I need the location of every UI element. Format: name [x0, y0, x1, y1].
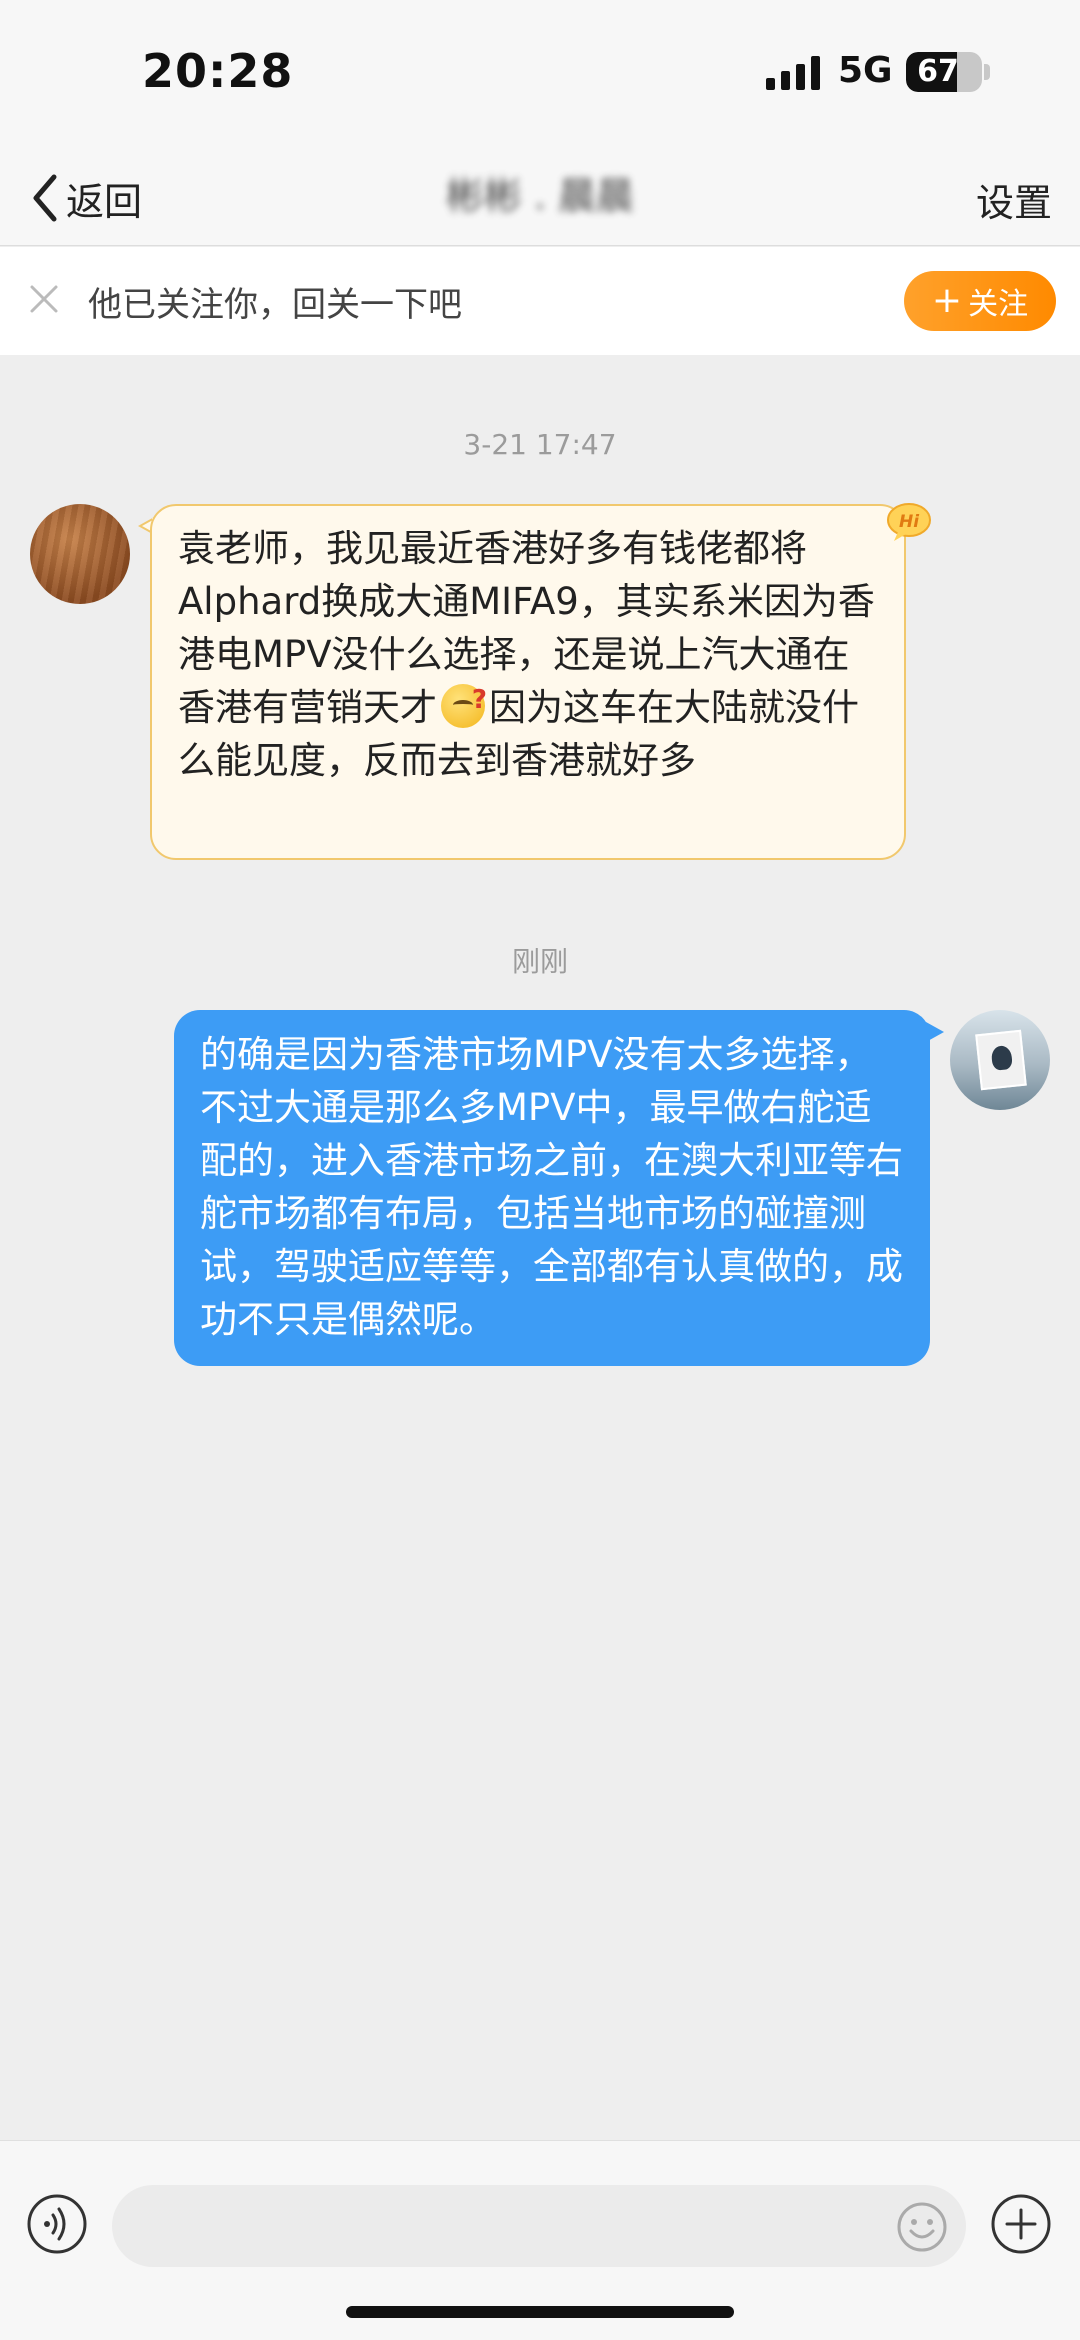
back-button[interactable]: 返回 [28, 162, 142, 234]
avatar-photo [975, 1029, 1027, 1091]
battery-percent: 67 [917, 54, 959, 89]
voice-input-icon[interactable] [26, 2193, 88, 2255]
battery-icon: 67 [906, 52, 982, 92]
network-type: 5G [838, 50, 893, 91]
message-text: 的确是因为香港市场MPV没有太多选择，不过大通是那么多MPV中，最早做右舵适配的… [200, 1033, 903, 1341]
hi-badge-icon: Hi [887, 503, 931, 541]
message-timestamp: 刚刚 [511, 945, 568, 978]
chat-title: 彬彬 . 晨晨 [445, 174, 635, 218]
outgoing-message-bubble[interactable]: 的确是因为香港市场MPV没有太多选择，不过大通是那么多MPV中，最早做右舵适配的… [174, 1010, 930, 1366]
bubble-tail [926, 1022, 944, 1042]
hi-badge-label: Hi [899, 512, 920, 532]
add-icon[interactable] [990, 2193, 1052, 2255]
battery-tip [984, 64, 990, 80]
follow-back-banner: 他已关注你，回关一下吧 + 关注 [0, 247, 1080, 355]
sender-avatar[interactable] [30, 504, 130, 604]
follow-button[interactable]: + 关注 [904, 271, 1056, 331]
follow-button-label: 关注 [968, 287, 1029, 322]
back-label: 返回 [66, 179, 143, 224]
status-time: 20:28 [142, 44, 294, 98]
message-input[interactable] [112, 2185, 966, 2267]
emoji-icon[interactable] [896, 2201, 948, 2253]
close-icon[interactable] [26, 281, 62, 317]
my-avatar[interactable] [950, 1010, 1050, 1110]
settings-button[interactable]: 设置 [976, 172, 1052, 227]
nav-bar: 返回 彬彬 . 晨晨 设置 [0, 150, 1080, 246]
message-timestamp: 3-21 17:47 [463, 428, 617, 461]
chevron-left-icon [33, 174, 57, 222]
plus-icon: + [931, 280, 963, 321]
status-bar: 20:28 5G 67 [0, 0, 1080, 150]
follow-back-prompt: 他已关注你，回关一下吧 [88, 285, 462, 325]
cellular-signal-icon [766, 56, 820, 90]
thinking-face-icon [441, 674, 487, 728]
incoming-message-bubble[interactable]: 袁老师，我见最近香港好多有钱佬都将Alphard换成大通MIFA9，其实系米因为… [150, 504, 906, 860]
home-indicator [346, 2306, 734, 2318]
